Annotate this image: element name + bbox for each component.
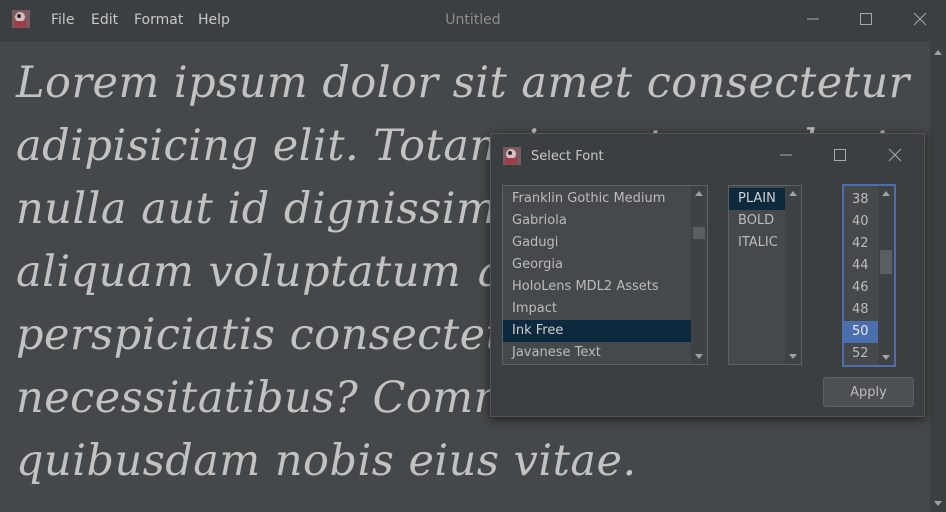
scroll-up-icon[interactable] — [882, 191, 890, 196]
menu-format[interactable]: Format — [134, 12, 183, 28]
font-style-list[interactable]: PLAIN BOLD ITALIC — [728, 185, 802, 365]
font-list-item[interactable]: Impact — [503, 298, 691, 320]
scroll-thumb[interactable] — [693, 227, 705, 239]
font-family-list[interactable]: Franklin Gothic Medium Gabriola Gadugi G… — [502, 185, 708, 365]
dialog-title: Select Font — [531, 149, 604, 164]
size-list-item[interactable]: 42 — [844, 233, 878, 255]
font-list-item[interactable]: HoloLens MDL2 Assets — [503, 276, 691, 298]
font-size-list[interactable]: 38 40 42 44 46 48 50 52 — [842, 184, 896, 367]
scroll-thumb[interactable] — [880, 250, 892, 274]
font-list-item[interactable]: Gabriola — [503, 210, 691, 232]
font-list-item-selected[interactable]: Ink Free — [503, 320, 691, 342]
size-list-item[interactable]: 38 — [844, 189, 878, 211]
size-list-item[interactable]: 46 — [844, 277, 878, 299]
size-list-item[interactable]: 48 — [844, 299, 878, 321]
style-list-item[interactable]: ITALIC — [729, 232, 785, 254]
scroll-down-icon[interactable] — [695, 354, 703, 359]
size-list-item[interactable]: 52 — [844, 343, 878, 365]
app-icon — [11, 9, 31, 29]
scroll-up-icon[interactable] — [934, 50, 942, 55]
dialog-close-icon[interactable] — [882, 145, 908, 165]
font-list-item[interactable]: Javanese Text — [503, 342, 691, 364]
close-icon[interactable] — [906, 8, 934, 30]
style-list-scrollbar[interactable] — [785, 186, 801, 364]
font-list-item[interactable]: Gadugi — [503, 232, 691, 254]
scroll-down-icon[interactable] — [882, 355, 890, 360]
size-list-item[interactable]: 44 — [844, 255, 878, 277]
maximize-icon[interactable] — [852, 8, 880, 30]
menu-file[interactable]: File — [51, 12, 74, 28]
font-list-item[interactable]: Franklin Gothic Medium — [503, 188, 691, 210]
style-list-item-selected[interactable]: PLAIN — [729, 188, 785, 210]
minimize-icon[interactable] — [799, 8, 827, 30]
dialog-maximize-icon[interactable] — [827, 145, 853, 165]
editor-scrollbar[interactable] — [930, 42, 946, 512]
size-list-scrollbar[interactable] — [878, 186, 894, 365]
scroll-up-icon[interactable] — [789, 191, 797, 196]
title-bar: File Edit Format Help Untitled — [0, 0, 946, 40]
size-list-item-selected[interactable]: 50 — [844, 321, 878, 343]
style-list-item[interactable]: BOLD — [729, 210, 785, 232]
scroll-down-icon[interactable] — [789, 354, 797, 359]
dialog-app-icon — [502, 146, 522, 166]
scroll-up-icon[interactable] — [695, 191, 703, 196]
apply-button[interactable]: Apply — [823, 377, 914, 407]
font-list-item[interactable]: Georgia — [503, 254, 691, 276]
dialog-minimize-icon[interactable] — [773, 145, 799, 165]
font-list-scrollbar[interactable] — [691, 186, 707, 364]
menu-edit[interactable]: Edit — [91, 12, 118, 28]
scroll-down-icon[interactable] — [934, 501, 942, 506]
size-list-item[interactable]: 40 — [844, 211, 878, 233]
menu-help[interactable]: Help — [198, 12, 230, 28]
select-font-dialog: Select Font Franklin Gothic Medium Gabri… — [490, 133, 925, 417]
